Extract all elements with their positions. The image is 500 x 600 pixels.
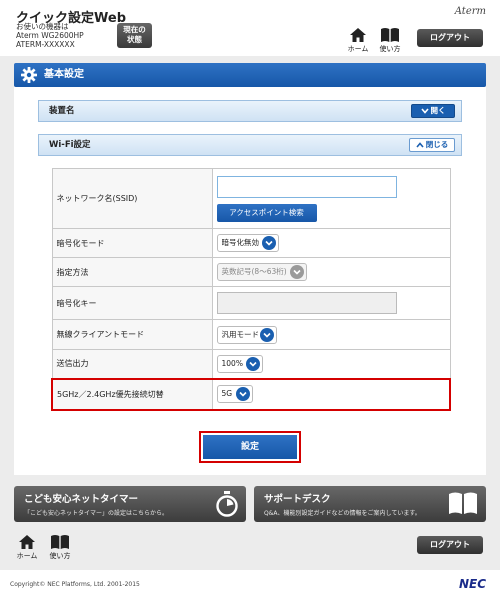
footer-guide-link[interactable]: 使い方	[47, 534, 73, 561]
table-row-highlighted: 5GHz／2.4GHz優先接続切替 5G	[51, 377, 451, 411]
table-row: 暗号化キー	[51, 286, 451, 320]
encryption-value: 暗号化無効	[221, 238, 260, 247]
home-icon	[350, 28, 366, 42]
card-title: サポートデスク	[264, 494, 331, 505]
card-title: こども安心ネットタイマー	[24, 494, 139, 505]
header: クイック設定Web お使いの機器は Aterm WG2600HP ATERM-X…	[0, 0, 500, 56]
open-button-label: 開く	[430, 106, 446, 115]
chevron-up-icon	[416, 142, 424, 148]
method-select: 英数記号(8～63桁)	[216, 263, 307, 281]
current-status-label: 現在の 状態	[123, 25, 146, 44]
card-subtitle: Q&A、機能別設定ガイドなどの情報をご案内しています。	[264, 510, 421, 517]
key-input	[216, 292, 397, 314]
device-info: お使いの機器は Aterm WG2600HP ATERM-XXXXXX	[16, 22, 84, 49]
device-id: ATERM-XXXXXX	[16, 40, 75, 49]
power-select[interactable]: 100%	[216, 354, 263, 373]
home-label: ホーム	[16, 552, 38, 560]
table-row: 指定方法 英数記号(8～63桁)	[51, 257, 451, 287]
device-model: Aterm WG2600HP	[16, 31, 84, 40]
band-select[interactable]: 5G	[216, 385, 253, 403]
home-link[interactable]: ホーム	[345, 27, 371, 54]
close-button[interactable]: 閉じる	[409, 138, 455, 152]
encryption-label: 暗号化モード	[51, 228, 213, 258]
client-mode-value: 汎用モード	[221, 329, 260, 339]
client-mode-select[interactable]: 汎用モード	[216, 325, 277, 344]
chevron-down-icon	[245, 356, 260, 371]
device-label: お使いの機器は	[16, 22, 69, 31]
current-status-button[interactable]: 現在の 状態	[117, 23, 152, 48]
chevron-down-icon	[261, 236, 276, 250]
brand-logo: Aterm	[454, 6, 486, 17]
power-label: 送信出力	[51, 349, 213, 379]
method-label: 指定方法	[51, 257, 213, 287]
encryption-select[interactable]: 暗号化無効	[216, 234, 279, 252]
accordion-title: Wi-Fi設定	[49, 140, 91, 150]
submit-highlight: 設定	[199, 431, 301, 463]
guide-label: 使い方	[379, 45, 401, 53]
book-icon	[51, 535, 69, 549]
accordion-title: 装置名	[49, 106, 75, 116]
footer-home-link[interactable]: ホーム	[14, 534, 40, 561]
book-icon	[381, 28, 399, 42]
wifi-settings-table: ネットワーク名(SSID) アクセスポイント検索 暗号化モード 暗号化無効 指定…	[51, 168, 451, 411]
footer: Copyright© NEC Platforms, Ltd. 2001-2015…	[0, 570, 500, 600]
method-value: 英数記号(8～63桁)	[221, 267, 287, 276]
support-desk-card[interactable]: サポートデスク Q&A、機能別設定ガイドなどの情報をご案内しています。	[254, 486, 486, 522]
chevron-down-icon	[259, 327, 274, 342]
table-row: 無線クライアントモード 汎用モード	[51, 319, 451, 350]
table-row: ネットワーク名(SSID) アクセスポイント検索	[51, 168, 451, 229]
ap-search-button[interactable]: アクセスポイント検索	[216, 203, 317, 222]
book-icon	[449, 492, 477, 514]
key-label: 暗号化キー	[51, 286, 213, 320]
home-label: ホーム	[347, 45, 369, 53]
chevron-down-icon	[420, 108, 429, 114]
accordion-device-name[interactable]: 装置名 開く	[38, 100, 462, 122]
submit-button[interactable]: 設定	[203, 435, 297, 459]
card-subtitle: 「こども安心ネットタイマー」の設定はこちらから。	[24, 510, 169, 517]
home-icon	[19, 535, 35, 549]
client-mode-label: 無線クライアントモード	[51, 319, 213, 350]
ssid-input[interactable]	[216, 175, 397, 198]
power-value: 100%	[221, 358, 243, 368]
table-row: 暗号化モード 暗号化無効	[51, 228, 451, 258]
accordion-wifi-settings[interactable]: Wi-Fi設定 閉じる	[38, 134, 462, 156]
kids-timer-card[interactable]: こども安心ネットタイマー 「こども安心ネットタイマー」の設定はこちらから。	[14, 486, 246, 522]
guide-link[interactable]: 使い方	[377, 27, 403, 54]
close-button-label: 閉じる	[425, 140, 449, 149]
ssid-label: ネットワーク名(SSID)	[51, 168, 213, 229]
copyright: Copyright© NEC Platforms, Ltd. 2001-2015	[10, 581, 140, 588]
chevron-down-icon	[235, 387, 250, 401]
section-title-bar: 基本設定	[14, 63, 486, 87]
footer-logout-button[interactable]: ログアウト	[417, 536, 483, 554]
table-row: 送信出力 100%	[51, 349, 451, 379]
band-label: 5GHz／2.4GHz優先接続切替	[51, 377, 213, 411]
nec-logo: NEC	[458, 577, 486, 591]
gear-icon	[21, 67, 37, 83]
open-button[interactable]: 開く	[411, 104, 455, 118]
chevron-down-icon	[289, 265, 304, 279]
guide-label: 使い方	[49, 552, 71, 560]
stopwatch-icon	[216, 491, 238, 517]
logout-button[interactable]: ログアウト	[417, 29, 483, 47]
section-title: 基本設定	[44, 69, 84, 80]
band-value: 5G	[221, 389, 233, 398]
